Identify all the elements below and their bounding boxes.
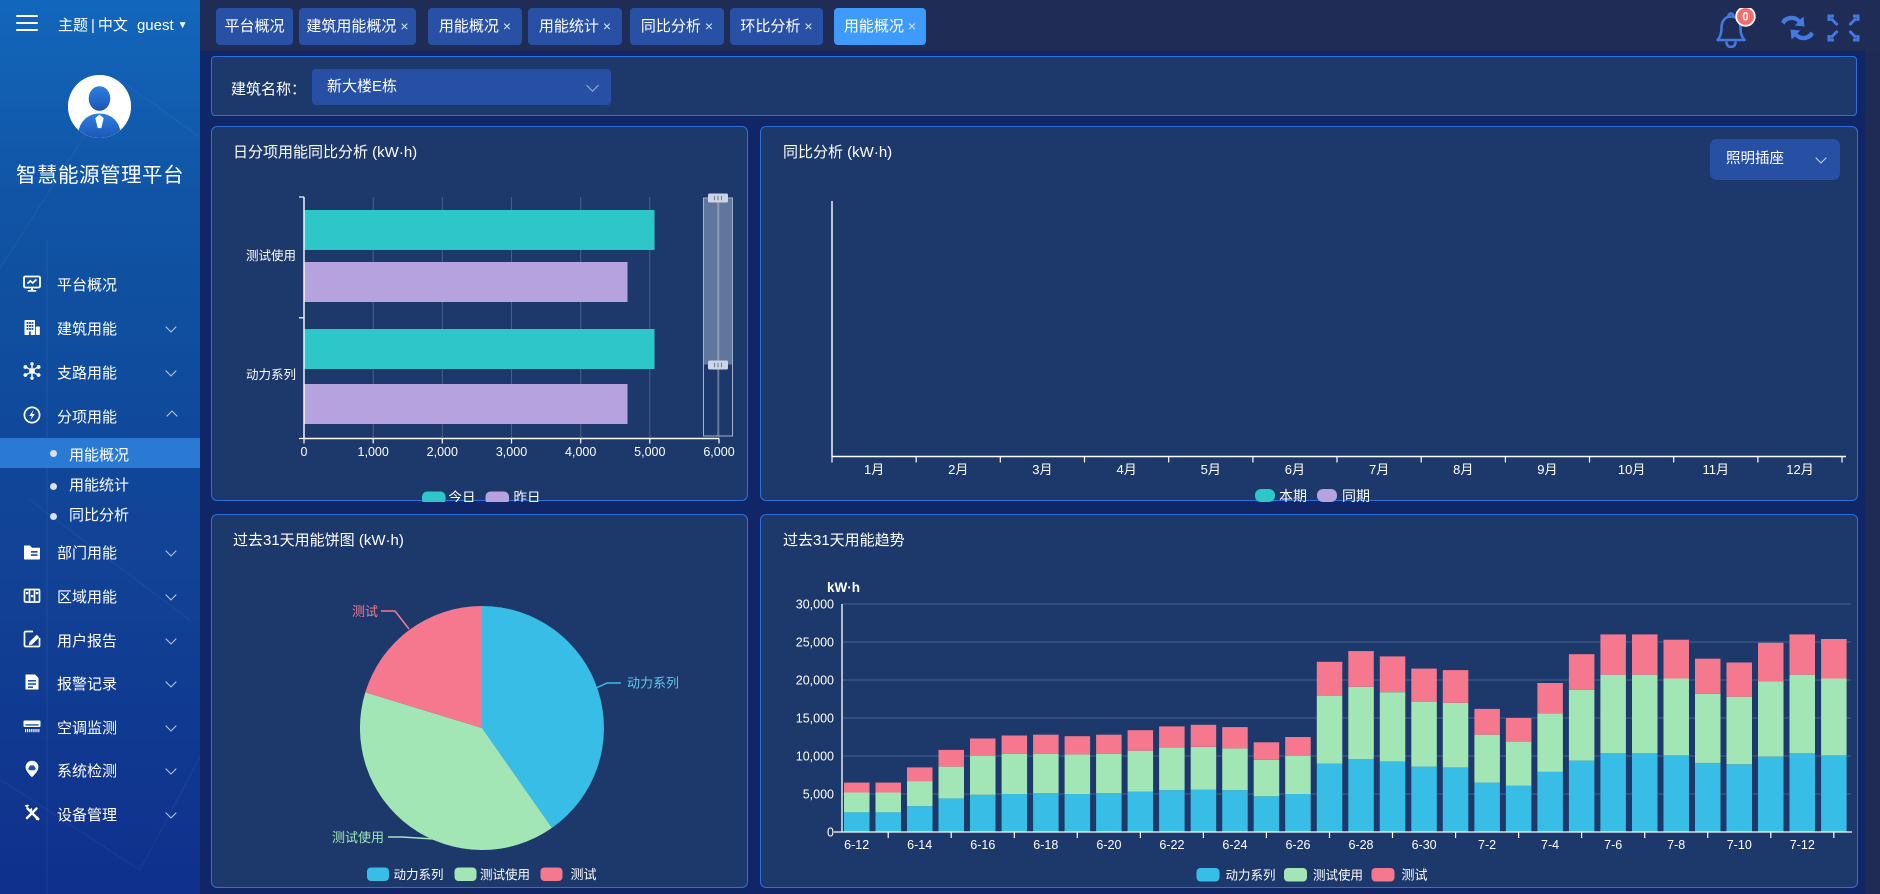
svg-text:6月: 6月 [1285, 462, 1305, 477]
svg-text:1月: 1月 [864, 462, 884, 477]
svg-text:今日: 今日 [449, 490, 476, 502]
svg-text:8月: 8月 [1453, 462, 1473, 477]
svg-text:动力系列: 动力系列 [627, 676, 679, 691]
svg-text:6-12: 6-12 [844, 838, 869, 852]
svg-text:6-22: 6-22 [1159, 838, 1184, 852]
svg-text:同期: 同期 [1342, 488, 1370, 502]
svg-text:测试使用: 测试使用 [480, 867, 530, 882]
svg-text:测试: 测试 [571, 867, 597, 882]
svg-text:7-6: 7-6 [1604, 838, 1622, 852]
svg-text:3,000: 3,000 [496, 445, 527, 459]
svg-text:6-18: 6-18 [1033, 838, 1058, 852]
svg-text:6-14: 6-14 [907, 838, 932, 852]
svg-text:0: 0 [301, 445, 308, 459]
svg-text:测试使用: 测试使用 [1313, 868, 1363, 883]
svg-text:15,000: 15,000 [796, 712, 834, 726]
svg-text:7-8: 7-8 [1667, 838, 1685, 852]
svg-text:3月: 3月 [1032, 462, 1052, 477]
svg-text:11月: 11月 [1703, 462, 1730, 477]
svg-text:测试使用: 测试使用 [332, 830, 384, 845]
svg-text:动力系列: 动力系列 [1226, 869, 1276, 883]
svg-text:30,000: 30,000 [796, 598, 834, 612]
svg-text:4月: 4月 [1116, 462, 1136, 477]
svg-text:4,000: 4,000 [565, 445, 596, 459]
svg-text:测试: 测试 [352, 604, 378, 619]
svg-text:测试使用: 测试使用 [246, 248, 296, 263]
svg-text:9月: 9月 [1537, 462, 1557, 477]
svg-text:6,000: 6,000 [703, 445, 734, 459]
svg-text:6-16: 6-16 [970, 838, 995, 852]
svg-text:昨日: 昨日 [514, 490, 541, 502]
svg-text:7-2: 7-2 [1478, 838, 1496, 852]
svg-text:本期: 本期 [1279, 488, 1307, 502]
svg-text:kW·h: kW·h [827, 580, 860, 595]
svg-text:测试: 测试 [1402, 868, 1428, 883]
svg-text:0: 0 [1742, 12, 1748, 24]
svg-text:12月: 12月 [1786, 462, 1813, 477]
svg-text:25,000: 25,000 [796, 636, 834, 650]
svg-text:6-30: 6-30 [1412, 838, 1437, 852]
svg-text:7月: 7月 [1369, 462, 1389, 477]
svg-text:10,000: 10,000 [796, 750, 834, 764]
svg-text:2,000: 2,000 [427, 445, 458, 459]
svg-text:6-24: 6-24 [1222, 838, 1247, 852]
svg-text:6-28: 6-28 [1348, 838, 1373, 852]
svg-text:2月: 2月 [948, 462, 968, 477]
svg-text:5,000: 5,000 [803, 788, 834, 802]
svg-text:7-4: 7-4 [1541, 838, 1559, 852]
svg-text:6-26: 6-26 [1285, 838, 1310, 852]
svg-text:7-12: 7-12 [1790, 838, 1815, 852]
svg-text:动力系列: 动力系列 [394, 868, 444, 882]
svg-text:0: 0 [827, 826, 834, 840]
svg-text:7-10: 7-10 [1727, 838, 1752, 852]
svg-text:动力系列: 动力系列 [246, 368, 296, 382]
svg-text:10月: 10月 [1618, 462, 1645, 477]
svg-text:5月: 5月 [1201, 462, 1221, 477]
svg-text:5,000: 5,000 [634, 445, 665, 459]
svg-text:20,000: 20,000 [796, 674, 834, 688]
svg-text:6-20: 6-20 [1096, 838, 1121, 852]
svg-text:1,000: 1,000 [358, 445, 389, 459]
